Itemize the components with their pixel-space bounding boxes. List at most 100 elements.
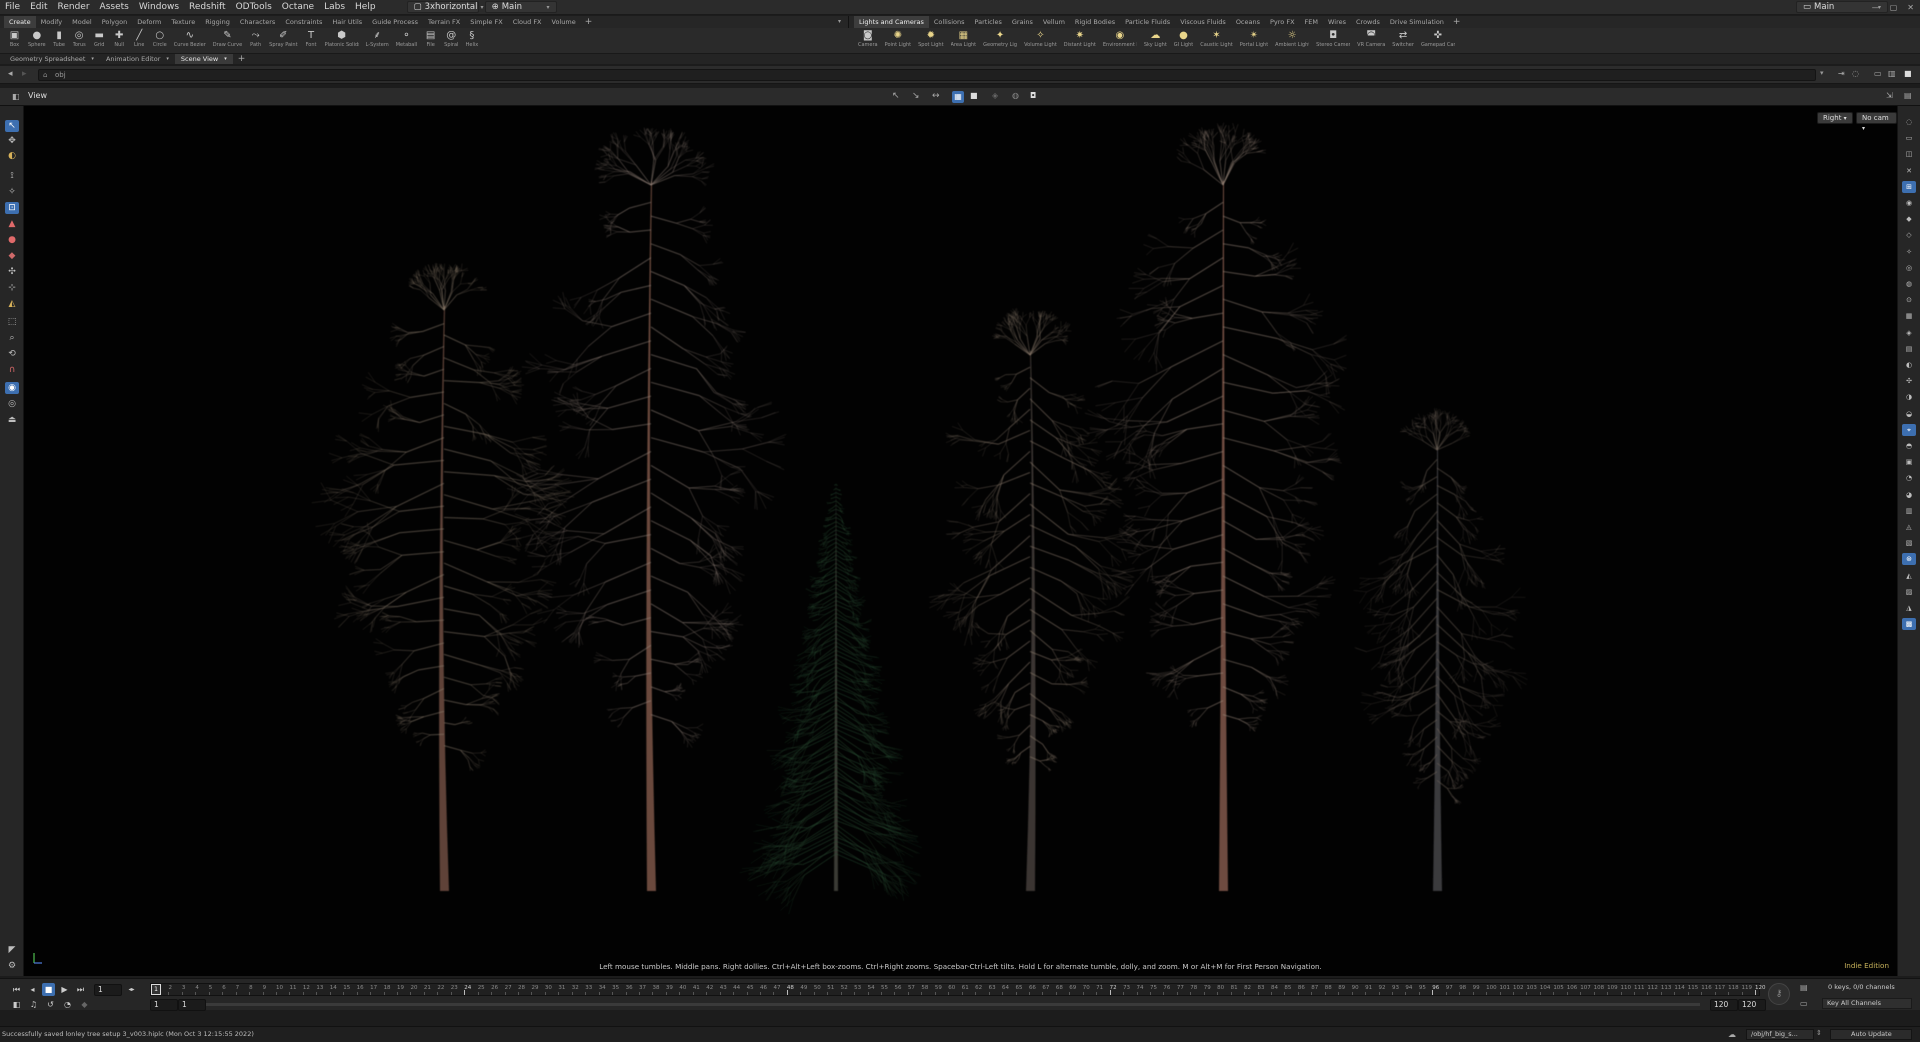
tool-line[interactable]: ╱ Line (133, 28, 146, 54)
camera-menu[interactable]: No cam ▾ (1856, 112, 1897, 132)
network-path-field[interactable]: ⌂ obj (38, 69, 1816, 81)
shelf-tab-viscous-fluids[interactable]: Viscous Fluids (1175, 16, 1231, 28)
red-handle-icon[interactable]: ▲ (5, 218, 19, 230)
tool-platonic-solids[interactable]: ⬢ Platonic Solids (325, 28, 359, 54)
shelf-tab-volume[interactable]: Volume (547, 16, 581, 28)
shelf-tab-modify[interactable]: Modify (36, 16, 68, 28)
chevron-down-icon[interactable]: ⇕ (1816, 1029, 1822, 1037)
display-option-12-icon[interactable]: ⊙ (1902, 294, 1916, 306)
chevron-down-icon[interactable]: ▾ (838, 16, 841, 28)
display-option-31-icon[interactable]: ◮ (1902, 602, 1916, 614)
display-option-10-icon[interactable]: ◎ (1902, 262, 1916, 274)
tool-gamepad-camera[interactable]: ✜Gamepad Camera (1421, 28, 1455, 54)
shelf-tab-model[interactable]: Model (67, 16, 97, 28)
toolbar-toggle-icon[interactable]: ⇲ (1886, 91, 1893, 100)
keyframe-icon[interactable]: ◆ (78, 998, 91, 1011)
display-option-22-icon[interactable]: ▣ (1902, 456, 1916, 468)
display-option-6-icon[interactable]: ◉ (1902, 197, 1916, 209)
scale-tool-icon[interactable]: ● (5, 234, 19, 246)
shelf-tab-wires[interactable]: Wires (1323, 16, 1351, 28)
menu-redshift[interactable]: Redshift (184, 0, 231, 15)
range-start-field-2[interactable]: 1 (178, 999, 206, 1011)
desktop-selector[interactable]: ▢ 3xhorizontal ▾ (406, 1, 483, 13)
shelf-tab-particles[interactable]: Particles (969, 16, 1006, 28)
viewport-settings-icon[interactable]: ⚙ (5, 960, 19, 972)
tool-sky-light[interactable]: ☁ Sky Light (1144, 28, 1167, 54)
display-option-11-icon[interactable]: ◍ (1902, 278, 1916, 290)
desktop-pane-icon[interactable]: ▭ (1874, 69, 1882, 78)
shelf-tab-fem[interactable]: FEM (1300, 16, 1323, 28)
step-key-icon[interactable]: ◂▸ (125, 983, 138, 996)
tool-helix[interactable]: § Helix (465, 28, 479, 54)
add-shelf-tab-icon[interactable]: + (581, 16, 597, 28)
viewer-handle-icon[interactable]: ◧ (12, 92, 20, 101)
tool-caustic-light[interactable]: ✶ Caustic Light (1200, 28, 1233, 54)
tool-font[interactable]: T Font (305, 28, 318, 54)
tool-file[interactable]: ▤ File (424, 28, 437, 54)
rotate-tool-icon[interactable]: ◐ (5, 150, 19, 162)
realtime-toggle-icon[interactable]: ◧ (10, 998, 23, 1011)
tool-null[interactable]: ✚ Null (113, 28, 126, 54)
shelf-tab-simple-fx[interactable]: Simple FX (465, 16, 507, 28)
shelf-tab-oceans[interactable]: Oceans (1231, 16, 1265, 28)
shelf-tab-deform[interactable]: Deform (132, 16, 166, 28)
menu-help[interactable]: Help (350, 0, 381, 15)
tool-portal-light[interactable]: ✴ Portal Light (1240, 28, 1268, 54)
tool-stereo-camera[interactable]: ◘ Stereo Camera (1316, 28, 1350, 54)
channel-list-icon[interactable]: ▤ (1800, 983, 1812, 993)
tool-point-light[interactable]: ✺ Point Light (885, 28, 911, 54)
jump-start-icon[interactable]: ⏮ (10, 983, 23, 996)
display-option-30-icon[interactable]: ▨ (1902, 586, 1916, 598)
key-options-icon[interactable]: ▭ (1800, 999, 1812, 1009)
menu-octane[interactable]: Octane (277, 0, 319, 15)
tool-vr-camera[interactable]: ◚ VR Camera (1357, 28, 1385, 54)
shelf-tab-rigging[interactable]: Rigging (200, 16, 235, 28)
display-option-18-icon[interactable]: ◑ (1902, 391, 1916, 403)
transform-pivot-icon[interactable]: ✣ (5, 266, 19, 278)
view-direction-menu[interactable]: Right ▾ (1817, 112, 1853, 124)
range-end-field-2[interactable]: 120 (1738, 999, 1766, 1011)
display-option-24-icon[interactable]: ◕ (1902, 489, 1916, 501)
transform-mode-icon[interactable]: ↘ (912, 91, 920, 101)
display-option-3-icon[interactable]: ◫ (1902, 148, 1916, 160)
loop-icon[interactable]: ↺ (44, 998, 57, 1011)
maximize-pane-icon[interactable]: ■ (1904, 69, 1912, 78)
add-tab-icon[interactable]: + (233, 54, 251, 64)
pose-tool-icon[interactable]: ⟟ (5, 170, 19, 182)
tool-geometry-light[interactable]: ✦Geometry Light (983, 28, 1017, 54)
scene-viewport[interactable]: Right ▾ No cam ▾ Left mouse tumbles. Mid… (24, 106, 1897, 976)
object-mode-icon[interactable]: ▦ (952, 91, 964, 103)
tool-grid[interactable]: ▬ Grid (93, 28, 106, 54)
menu-assets[interactable]: Assets (95, 0, 134, 15)
current-frame-field[interactable]: 1 (94, 983, 122, 996)
move-tool-icon[interactable]: ✥ (5, 135, 19, 147)
tool-tube[interactable]: ▮ Tube (53, 28, 66, 54)
key-all-channels-button[interactable]: Key All Channels (1822, 998, 1912, 1009)
display-option-26-icon[interactable]: ◬ (1902, 521, 1916, 533)
key-icon[interactable]: ⚷ (1768, 983, 1790, 1005)
view-tool-icon[interactable]: ◉ (5, 382, 19, 394)
add-shelf-tab-icon[interactable]: + (1449, 16, 1465, 28)
frame-ruler[interactable]: 1234567891011121314151617181920212223242… (150, 983, 1766, 996)
display-option-1-icon[interactable]: ◌ (1902, 116, 1916, 128)
camera-tool-icon[interactable]: ◎ (5, 398, 19, 410)
playhead-marker[interactable]: 1 (151, 984, 161, 995)
shelf-tab-constraints[interactable]: Constraints (280, 16, 327, 28)
shelf-tab-particle-fluids[interactable]: Particle Fluids (1120, 16, 1175, 28)
display-option-4-icon[interactable]: ✕ (1902, 165, 1916, 177)
display-option-32-icon[interactable]: ▩ (1902, 618, 1916, 631)
render-region-icon[interactable]: ◘ (1030, 91, 1036, 100)
shelf-tab-terrain-fx[interactable]: Terrain FX (423, 16, 465, 28)
tool-l-system[interactable]: ⸙ L-System (366, 28, 389, 54)
snapping-icon[interactable]: ⊹ (5, 282, 19, 294)
shelf-tab-rigid-bodies[interactable]: Rigid Bodies (1070, 16, 1120, 28)
display-option-25-icon[interactable]: ▥ (1902, 505, 1916, 517)
tool-spot-light[interactable]: ✹ Spot Light (918, 28, 943, 54)
tool-sphere[interactable]: ● Sphere (28, 28, 46, 54)
pane-split-icon[interactable]: ▥ (1888, 69, 1896, 78)
tool-torus[interactable]: ◎ Torus (73, 28, 86, 54)
chevron-down-icon[interactable]: ▾ (1820, 69, 1824, 77)
pane-tab-animation-editor[interactable]: Animation Editor ▾ (100, 54, 175, 64)
tool-distant-light[interactable]: ✷ Distant Light (1064, 28, 1096, 54)
menu-windows[interactable]: Windows (134, 0, 184, 15)
